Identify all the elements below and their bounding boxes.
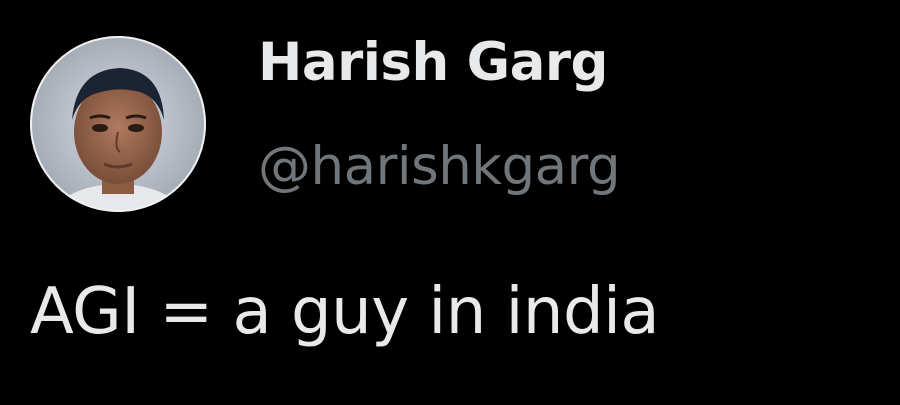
tweet-text: AGI = a guy in india bbox=[30, 275, 660, 349]
avatar[interactable] bbox=[30, 36, 206, 212]
display-name[interactable]: Harish Garg bbox=[258, 28, 609, 98]
profile-photo-icon bbox=[30, 36, 206, 212]
tweet-card: Harish Garg @harishkgarg AGI = a guy in … bbox=[0, 0, 900, 405]
user-handle[interactable]: @harishkgarg bbox=[258, 132, 621, 202]
